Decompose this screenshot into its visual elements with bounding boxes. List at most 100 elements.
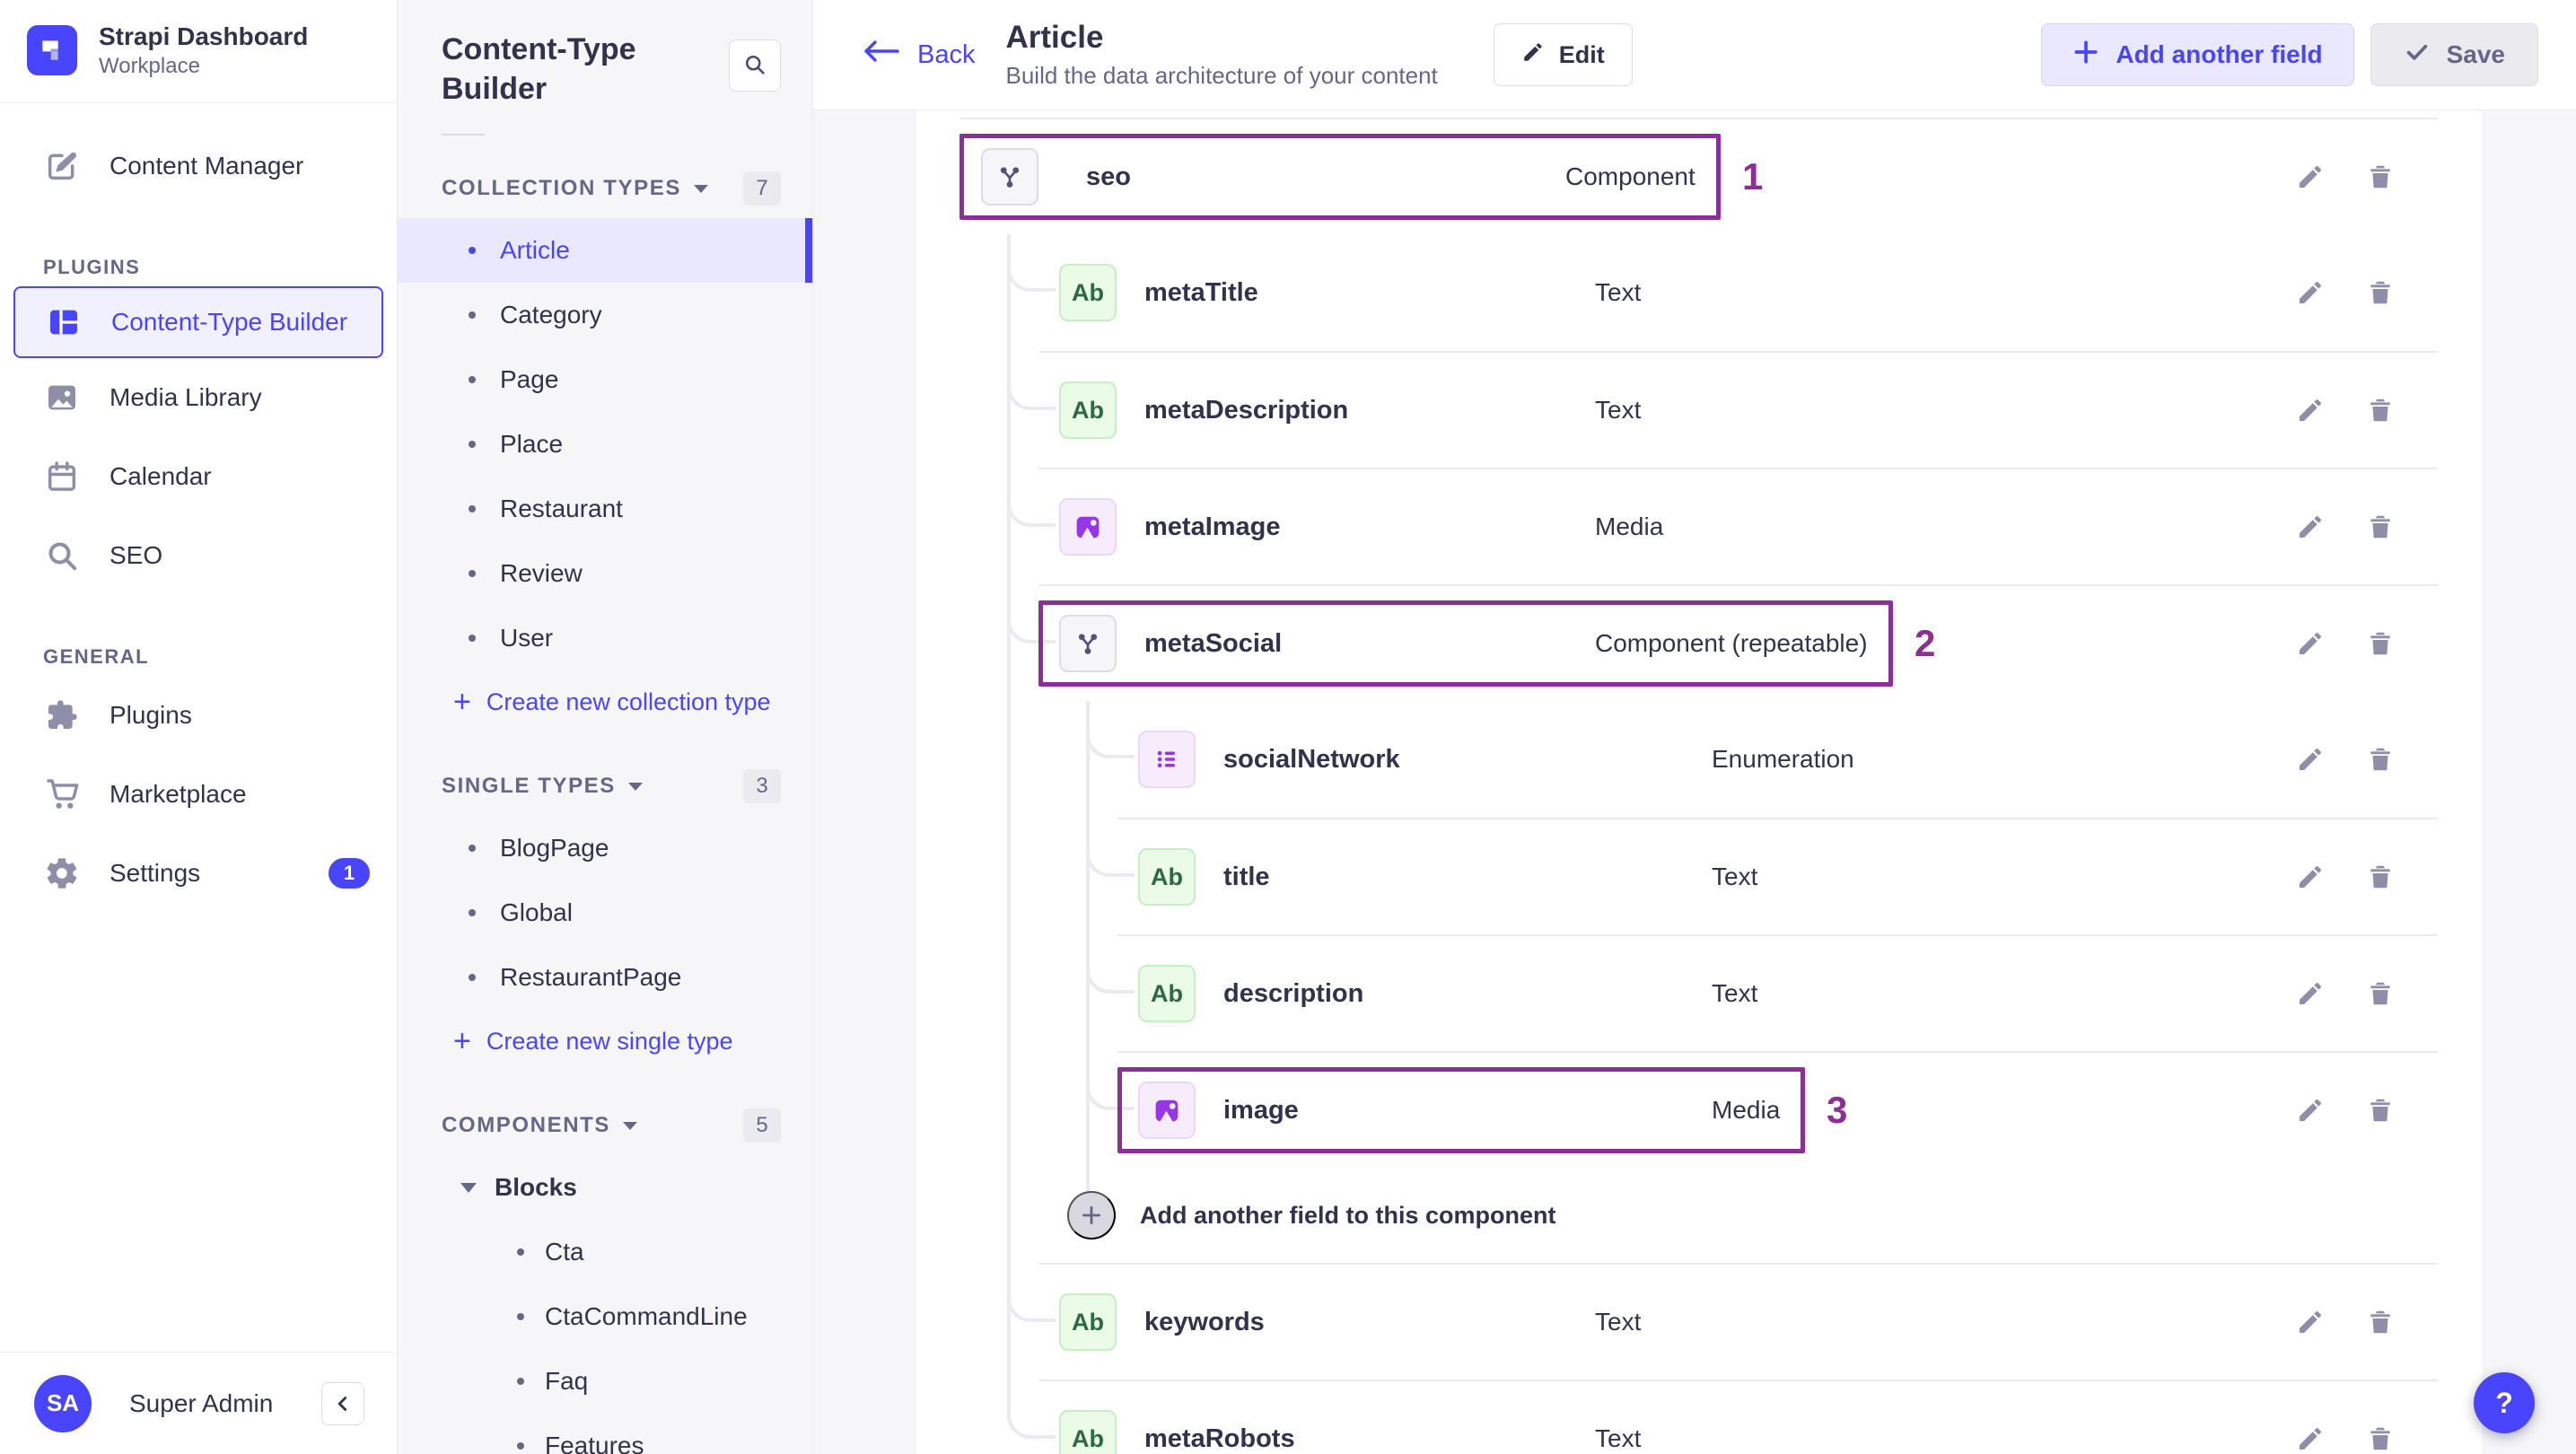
- count-badge: 3: [743, 769, 781, 804]
- delete-field-button[interactable]: [2365, 277, 2396, 308]
- chevron-down-icon: [460, 1182, 477, 1193]
- save-label: Save: [2446, 40, 2505, 68]
- field-name: metaTitle: [1144, 277, 1258, 307]
- chevron-down-icon: [693, 184, 708, 193]
- type-item-restaurant[interactable]: Restaurant: [398, 477, 812, 541]
- bullet-icon: [469, 505, 476, 513]
- help-button[interactable]: ?: [2474, 1372, 2535, 1433]
- tree-elbow: [1086, 836, 1135, 877]
- component-item-ctacommandline[interactable]: CtaCommandLine: [398, 1284, 812, 1349]
- edit-field-button[interactable]: [2295, 277, 2326, 308]
- edit-field-button[interactable]: [2295, 978, 2326, 1009]
- search-button[interactable]: [729, 39, 781, 92]
- component-item-features[interactable]: Features: [398, 1414, 812, 1454]
- sidebar-item-content-manager[interactable]: Content Manager: [0, 127, 397, 206]
- delete-field-button[interactable]: [2365, 1307, 2396, 1337]
- edit-button[interactable]: Edit: [1493, 23, 1633, 86]
- nav-section-label: PLUGINS: [43, 255, 141, 278]
- delete-field-button[interactable]: [2365, 978, 2396, 1009]
- type-item-page[interactable]: Page: [398, 347, 812, 412]
- collapse-sidebar-button[interactable]: [321, 1381, 364, 1425]
- text-field-icon: Ab: [1059, 264, 1117, 321]
- panel-section-header[interactable]: COLLECTION TYPES 7: [398, 159, 812, 218]
- save-button[interactable]: Save: [2370, 23, 2538, 86]
- field-type: Media: [1595, 512, 1664, 540]
- type-item-blogpage[interactable]: BlogPage: [398, 816, 812, 880]
- create-link-create-new-single-type[interactable]: + Create new single type: [398, 1010, 812, 1073]
- delete-field-button[interactable]: [2365, 862, 2396, 892]
- count-badge: 7: [743, 171, 781, 206]
- edit-field-button[interactable]: [2295, 162, 2326, 192]
- field-row-seo: seo Component 1: [959, 118, 2438, 234]
- type-item-article[interactable]: Article: [398, 218, 812, 284]
- back-link[interactable]: Back: [862, 37, 975, 73]
- component-item-label: Faq: [545, 1367, 589, 1396]
- field-type: Enumeration: [1712, 745, 1854, 773]
- tree-line: [1007, 234, 1011, 1397]
- edit-field-button[interactable]: [2295, 628, 2326, 659]
- type-item-global[interactable]: Global: [398, 880, 812, 945]
- panel-section-header[interactable]: SINGLE TYPES 3: [398, 757, 812, 816]
- search-icon: [43, 537, 81, 574]
- component-item-cta[interactable]: Cta: [398, 1220, 812, 1284]
- edit-field-button[interactable]: [2295, 1307, 2326, 1337]
- annotation-number: 1: [1742, 155, 1764, 197]
- component-item-label: Features: [545, 1432, 644, 1454]
- tree-elbow: [1086, 952, 1135, 994]
- type-item-restaurantpage[interactable]: RestaurantPage: [398, 945, 812, 1010]
- edit-field-button[interactable]: [2295, 1423, 2326, 1454]
- user-name: Super Admin: [129, 1388, 274, 1417]
- delete-field-button[interactable]: [2365, 1095, 2396, 1126]
- sidebar-item-settings[interactable]: Settings 1: [0, 834, 397, 913]
- plus-icon: [2072, 39, 2099, 72]
- text-field-icon: Ab: [1059, 1410, 1117, 1454]
- delete-field-button[interactable]: [2365, 512, 2396, 542]
- add-field-plus-button[interactable]: [1067, 1191, 1116, 1239]
- delete-field-button[interactable]: [2365, 395, 2396, 425]
- tree-elbow: [1007, 1397, 1056, 1439]
- type-item-label: RestaurantPage: [500, 963, 682, 992]
- sidebar-item-seo[interactable]: SEO: [0, 516, 397, 595]
- type-item-category[interactable]: Category: [398, 283, 812, 347]
- pencil-icon: [1521, 40, 1545, 70]
- edit-field-button[interactable]: [2295, 512, 2326, 542]
- delete-field-button[interactable]: [2365, 1423, 2396, 1454]
- bullet-icon: [469, 845, 476, 853]
- component-field-icon: [1059, 615, 1117, 672]
- type-item-user[interactable]: User: [398, 606, 812, 670]
- sidebar-item-plugins[interactable]: Plugins: [0, 676, 397, 755]
- edit-field-button[interactable]: [2295, 395, 2326, 425]
- field-type: Text: [1712, 979, 1758, 1007]
- avatar[interactable]: SA: [34, 1374, 92, 1432]
- create-link-create-new-collection-type[interactable]: + Create new collection type: [398, 670, 812, 733]
- type-item-place[interactable]: Place: [398, 412, 812, 477]
- bullet-icon: [469, 376, 476, 384]
- component-item-faq[interactable]: Faq: [398, 1349, 812, 1414]
- sidebar-item-marketplace[interactable]: Marketplace: [0, 755, 397, 834]
- text-field-icon: Ab: [1138, 965, 1196, 1022]
- tree-elbow: [1007, 250, 1056, 292]
- calendar-icon: [43, 458, 81, 495]
- component-category-blocks[interactable]: Blocks: [398, 1155, 812, 1220]
- type-item-label: Global: [500, 898, 573, 927]
- add-another-field-button[interactable]: Add another field: [2041, 23, 2354, 86]
- delete-field-button[interactable]: [2365, 162, 2396, 192]
- edit-field-button[interactable]: [2295, 862, 2326, 892]
- page-title: Article: [1005, 20, 1104, 55]
- panel-section-header[interactable]: COMPONENTS 5: [398, 1096, 812, 1155]
- sidebar-item-media-library[interactable]: Media Library: [0, 358, 397, 437]
- delete-field-button[interactable]: [2365, 744, 2396, 775]
- tree-elbow: [1007, 1281, 1056, 1322]
- edit-field-button[interactable]: [2295, 744, 2326, 775]
- edit-field-button[interactable]: [2295, 1095, 2326, 1126]
- delete-field-button[interactable]: [2365, 628, 2396, 659]
- field-name: socialNetwork: [1223, 744, 1400, 774]
- field-name: metaImage: [1144, 512, 1281, 541]
- bullet-icon: [469, 974, 476, 982]
- component-category-label: Blocks: [495, 1173, 577, 1202]
- sidebar-item-content-type-builder[interactable]: Content-Type Builder: [13, 285, 383, 358]
- tree-elbow: [1007, 369, 1056, 410]
- type-item-review[interactable]: Review: [398, 541, 812, 606]
- sidebar-item-calendar[interactable]: Calendar: [0, 437, 397, 516]
- media-field-icon: [1059, 498, 1117, 556]
